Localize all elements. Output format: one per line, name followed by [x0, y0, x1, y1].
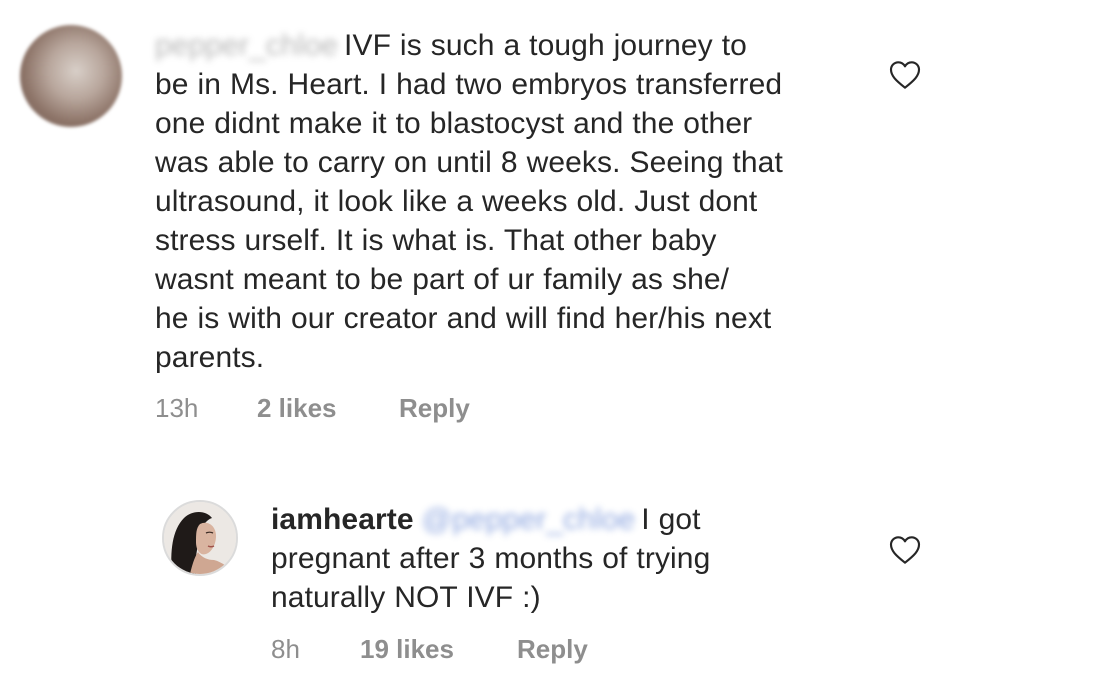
comment-username[interactable]: pepper_chloe [155, 26, 338, 65]
avatar[interactable] [20, 25, 122, 127]
likes-count-button[interactable]: 19 likes [360, 634, 454, 665]
comment-text-line: be in Ms. Heart. I had two embryos trans… [155, 68, 783, 101]
heart-outline-icon[interactable] [889, 60, 921, 90]
mention-link[interactable]: @pepper_chloe [422, 500, 636, 539]
comment-text-line: wasnt meant to be part of ur family as s… [155, 263, 730, 296]
heart-outline-icon[interactable] [889, 535, 921, 565]
reply-button[interactable]: Reply [399, 393, 470, 424]
comment-text-line: was able to carry on until 8 weeks. Seei… [155, 146, 783, 179]
profile-photo [164, 502, 236, 574]
comment-meta: 8h 19 likes Reply [271, 634, 671, 668]
comment-text-line: he is with our creator and will find her… [155, 302, 772, 335]
comment-timestamp: 13h [155, 393, 199, 423]
comment-username[interactable]: iamhearte [271, 503, 414, 536]
comment-body: pepper_chloe IVF is such a tough journey … [155, 26, 783, 377]
comment-meta: 13h 2 likes Reply [155, 393, 555, 427]
comment-text-line: stress urself. It is what is. That other… [155, 224, 717, 257]
comment-text-line: one didnt make it to blastocyst and the … [155, 107, 753, 140]
comment-text-line: pregnant after 3 months of trying [271, 542, 711, 575]
comment-body: iamhearte @pepper_chloe I got pregnant aft… [271, 500, 710, 617]
comment-timestamp: 8h [271, 634, 300, 664]
reply-button[interactable]: Reply [517, 634, 588, 665]
comment-text-line: ultrasound, it look like a weeks old. Ju… [155, 185, 758, 218]
comment-text-line: parents. [155, 341, 265, 374]
comment-text-line: IVF is such a tough journey to [344, 29, 747, 62]
likes-count-button[interactable]: 2 likes [257, 393, 337, 424]
comment-text-line: naturally NOT IVF :) [271, 581, 541, 614]
comment-text-line: I got [641, 503, 701, 536]
avatar[interactable] [162, 500, 238, 576]
